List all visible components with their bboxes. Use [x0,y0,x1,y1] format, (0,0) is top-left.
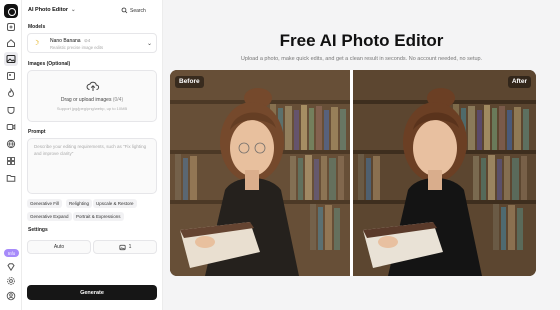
icon-rail: Info [0,0,22,310]
tag-generative-fill[interactable]: Generative Fill [27,199,63,208]
images-label: Images (Optional) [28,61,71,67]
image-upload-dropzone[interactable]: Drag or upload images (0/4) Support jpg/… [27,70,157,122]
tag-generative-expand[interactable]: Generative Expand [27,212,72,221]
model-cost: ⊘4 [84,38,91,43]
user-icon[interactable] [6,291,16,301]
aspect-ratio-value: Auto [53,244,65,250]
upload-title: Drag or upload images (0/4) [28,97,156,103]
settings-label: Settings [28,227,48,233]
before-label: Before [175,76,204,88]
diamond-icon[interactable] [6,262,16,272]
fire-icon[interactable] [6,88,16,98]
after-label: After [507,76,531,88]
model-name: Nano Banana [50,38,81,44]
main-content: Free AI Photo Editor Upload a photo, mak… [163,0,560,310]
search-label: Search [130,7,146,14]
banana-icon: ☽ [33,40,40,47]
page-title: Free AI Photo Editor [279,31,444,50]
tool-selector[interactable]: AI Photo Editor ⌄ [28,7,76,13]
models-label: Models [28,24,46,30]
generate-button[interactable]: Generate [27,285,157,300]
new-chat-icon[interactable] [6,22,16,32]
chevron-down-icon: ⌄ [146,41,152,47]
image-count-select[interactable]: 1 [93,240,157,254]
image-icon[interactable] [6,71,16,81]
prompt-input[interactable]: Describe your editing requirements, such… [27,138,157,194]
image-count-value: 1 [128,244,132,250]
folder-icon[interactable] [6,173,16,183]
chevron-down-icon: ⌄ [71,7,76,13]
app-logo-icon[interactable] [4,4,18,18]
upload-count: (0/4) [112,97,124,103]
tag-portrait-expressions[interactable]: Portrait & Expressions [73,212,124,221]
home-icon[interactable] [6,38,16,48]
model-description: Realistic precise image edits [50,45,104,50]
tool-title: AI Photo Editor [28,7,69,13]
tag-relighting[interactable]: Relighting [66,199,93,208]
model-selector[interactable]: ☽ Nano Banana ⊘4 Realistic precise image… [27,33,157,53]
apps-grid-icon[interactable] [6,156,16,166]
comparison-divider-handle[interactable] [350,70,353,276]
cloud-upload-icon [86,81,100,91]
search-button[interactable]: Search [121,7,146,14]
before-after-comparison[interactable]: Before After [170,70,536,276]
video-icon[interactable] [6,122,16,132]
comparison-photo [170,70,536,276]
upload-title-text: Drag or upload images [60,97,112,103]
editor-panel: AI Photo Editor ⌄ Search Models ☽ Nano B… [22,0,163,310]
prompt-label: Prompt [28,129,46,135]
page-subtitle: Upload a photo, make quick edits, and ge… [240,56,483,62]
tag-upscale-restore[interactable]: Upscale & Restore [93,199,137,208]
globe-icon[interactable] [6,139,16,149]
info-badge[interactable]: Info [4,249,19,257]
upload-subtitle: Support jpg/jpeg/png/webp, up to 10MB [56,106,128,111]
images-icon [119,244,126,250]
photo-editor-icon[interactable] [4,52,18,66]
aspect-ratio-select[interactable]: Auto [27,240,91,254]
search-icon [121,7,128,14]
settings-icon[interactable] [6,276,16,286]
mask-icon[interactable] [6,105,16,115]
